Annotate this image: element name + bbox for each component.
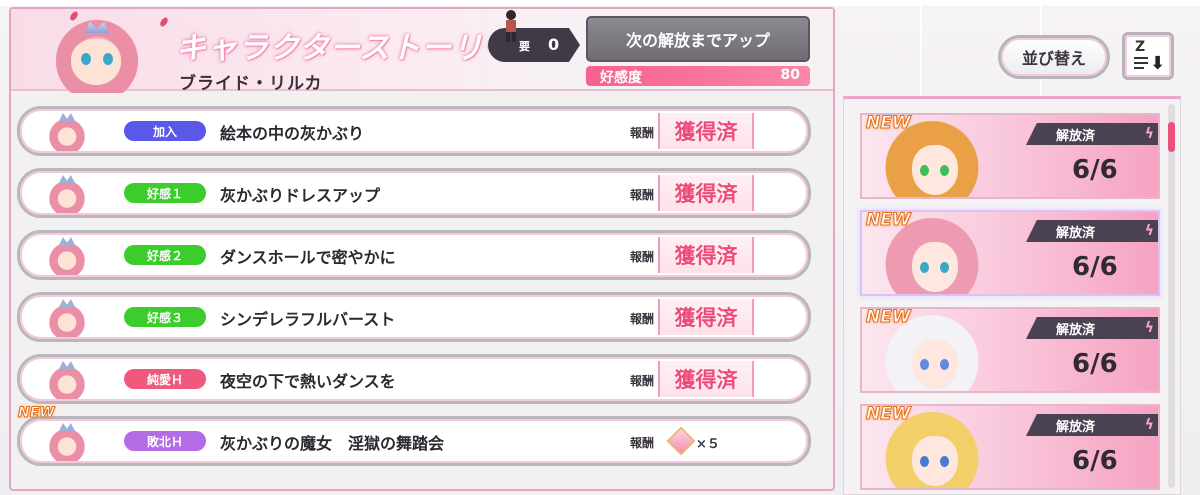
- character-list: NEW 解放済 ϟ 6/6 NEW 解放済 ϟ 6/6 NEW 解放済 ϟ 6/6 NEW 解放済 ϟ…: [843, 96, 1181, 495]
- new-badge: NEW: [866, 210, 912, 231]
- story-panel: キャラクターストーリー ブライド・リルカ 要 0 次の解放までアップ 好感度 8…: [9, 7, 835, 491]
- story-row[interactable]: 加入 絵本の中の灰かぶり 報酬 獲得済: [17, 106, 811, 156]
- row-avatar: [48, 299, 86, 337]
- reward-status: 獲得済: [658, 299, 754, 335]
- lightning-icon: ϟ: [1144, 126, 1154, 142]
- reward-label: 報酬: [630, 312, 655, 326]
- new-badge: NEW: [866, 404, 912, 425]
- story-tag: 純愛Ｈ: [124, 369, 206, 389]
- next-unlock-button[interactable]: 次の解放までアップ: [586, 16, 810, 62]
- story-row[interactable]: 純愛Ｈ 夜空の下で熱いダンスを 報酬 獲得済: [17, 354, 811, 404]
- arrow-down-icon: ⬇: [1150, 53, 1166, 74]
- row-avatar: [48, 175, 86, 213]
- affinity-bar: 好感度 80: [586, 66, 810, 86]
- story-title: 灰かぶりの魔女 淫獄の舞踏会: [220, 434, 445, 453]
- character-card[interactable]: NEW 解放済 ϟ 6/6: [860, 404, 1160, 490]
- row-avatar: [48, 361, 86, 399]
- reward-label: 報酬: [630, 126, 655, 140]
- character-card[interactable]: NEW 解放済 ϟ 6/6: [860, 307, 1160, 393]
- lightning-icon: ϟ: [1144, 223, 1154, 239]
- story-title: シンデレラフルバースト: [220, 310, 396, 329]
- story-tag: 好感２: [124, 245, 206, 265]
- unlock-status: 解放済 ϟ: [1026, 414, 1158, 436]
- story-tag: 好感１: [124, 183, 206, 203]
- sort-button[interactable]: 並び替え: [998, 35, 1110, 79]
- requirement-value: 0: [548, 35, 560, 54]
- affinity-label: 好感度: [600, 70, 642, 86]
- scroll-thumb[interactable]: [1168, 121, 1175, 152]
- story-title: ダンスホールで密やかに: [220, 248, 396, 267]
- story-row[interactable]: 好感１ 灰かぶりドレスアップ 報酬 獲得済: [17, 168, 811, 218]
- affinity-value: 80: [780, 67, 800, 83]
- story-title: 絵本の中の灰かぶり: [220, 124, 365, 143]
- lightning-icon: ϟ: [1144, 320, 1154, 336]
- gem-icon: [666, 426, 696, 456]
- reward-label: 報酬: [630, 436, 655, 450]
- story-count: 6/6: [1072, 252, 1118, 282]
- story-title: 夜空の下で熱いダンスを: [220, 372, 396, 391]
- story-count: 6/6: [1072, 349, 1118, 379]
- reward-count: ×５: [696, 437, 720, 452]
- row-avatar: [48, 237, 86, 275]
- unlock-status-label: 解放済: [1056, 322, 1096, 338]
- list-lines-icon: [1134, 57, 1148, 72]
- unlock-status: 解放済 ϟ: [1026, 317, 1158, 339]
- new-badge: NEW: [866, 113, 912, 134]
- reward-label: 報酬: [630, 188, 655, 202]
- character-portrait: [41, 11, 153, 93]
- unlock-status-label: 解放済: [1056, 128, 1096, 144]
- page-title: キャラクターストーリー: [176, 31, 515, 66]
- reward-status: 獲得済: [658, 113, 754, 149]
- story-row[interactable]: NEW 敗北Ｈ 灰かぶりの魔女 淫獄の舞踏会 報酬 ×５: [17, 405, 811, 466]
- story-tag: 好感３: [124, 307, 206, 327]
- story-row[interactable]: 好感３ シンデレラフルバースト 報酬 獲得済: [17, 292, 811, 342]
- character-name: ブライド・リルカ: [179, 74, 323, 94]
- lightning-icon: ϟ: [1144, 417, 1154, 433]
- unlock-status: 解放済 ϟ: [1026, 123, 1158, 145]
- character-card[interactable]: NEW 解放済 ϟ 6/6: [860, 210, 1160, 296]
- reward-status: 獲得済: [658, 175, 754, 211]
- new-badge: NEW: [18, 405, 56, 422]
- story-row[interactable]: 好感２ ダンスホールで密やかに 報酬 獲得済: [17, 230, 811, 280]
- requirement-label: 要: [519, 40, 530, 53]
- story-count: 6/6: [1072, 155, 1118, 185]
- sort-order-button[interactable]: Z ⬇: [1122, 32, 1174, 80]
- story-tag: 敗北Ｈ: [124, 431, 206, 451]
- character-card[interactable]: NEW 解放済 ϟ 6/6: [860, 113, 1160, 199]
- unlock-status-label: 解放済: [1056, 419, 1096, 435]
- row-avatar: [48, 113, 86, 151]
- story-title: 灰かぶりドレスアップ: [220, 186, 381, 205]
- reward-status: 獲得済: [658, 361, 754, 397]
- story-tag: 加入: [124, 121, 206, 141]
- story-list: 加入 絵本の中の灰かぶり 報酬 獲得済 好感１ 灰かぶりドレスアップ 報酬 獲得済 好感２ ダンス…: [17, 106, 813, 478]
- unlock-status: 解放済 ϟ: [1026, 220, 1158, 242]
- row-avatar: [48, 423, 86, 461]
- scrollbar[interactable]: [1168, 104, 1175, 488]
- reward-label: 報酬: [630, 374, 655, 388]
- unlock-status-label: 解放済: [1056, 225, 1096, 241]
- new-badge: NEW: [866, 307, 912, 328]
- story-count: 6/6: [1072, 446, 1118, 476]
- sort-order-label: Z: [1135, 39, 1146, 55]
- reward-item: ×５: [666, 426, 746, 456]
- reward-status: 獲得済: [658, 237, 754, 273]
- reward-label: 報酬: [630, 250, 655, 264]
